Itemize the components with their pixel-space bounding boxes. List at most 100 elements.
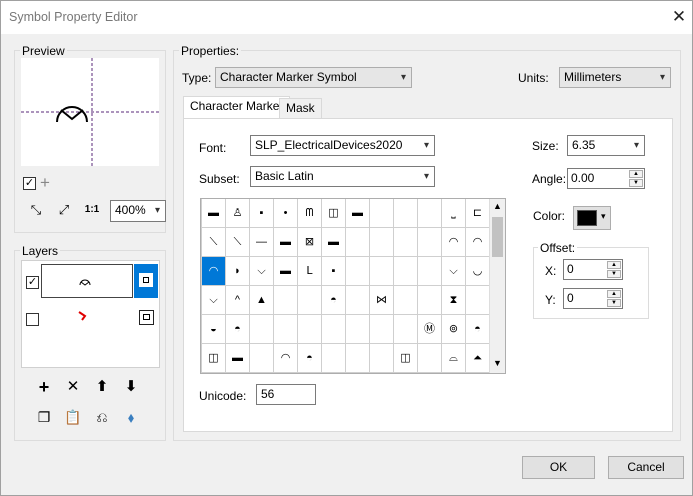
- tag-icon[interactable]: ⬧: [120, 407, 142, 428]
- paste-layer-icon[interactable]: 📋: [62, 407, 84, 428]
- reset-layer-icon[interactable]: ⎌: [91, 407, 113, 428]
- spin-down-icon[interactable]: ▼: [629, 179, 643, 187]
- glyph-cell[interactable]: ⌵: [202, 286, 226, 315]
- scroll-thumb[interactable]: [492, 217, 503, 257]
- tab-character-marker[interactable]: Character Marker: [183, 96, 291, 119]
- glyph-cell[interactable]: ◠: [274, 344, 298, 373]
- remove-layer-icon[interactable]: ✕: [62, 377, 84, 398]
- offset-x-spinner[interactable]: 0 ▲ ▼: [563, 259, 623, 280]
- glyph-cell[interactable]: [370, 344, 394, 373]
- glyph-cell[interactable]: [466, 286, 489, 315]
- glyph-cell[interactable]: ⏶: [466, 344, 489, 373]
- glyph-cell[interactable]: ◓: [226, 315, 250, 344]
- glyph-cell[interactable]: ◫: [394, 344, 418, 373]
- layer-visible-checkbox[interactable]: ✓: [26, 276, 39, 289]
- glyph-cell[interactable]: ◒: [202, 315, 226, 344]
- glyph-cell[interactable]: ⋈: [370, 286, 394, 315]
- glyph-cell[interactable]: ⧗: [442, 286, 466, 315]
- spin-down-icon[interactable]: ▼: [607, 299, 621, 307]
- scroll-down-icon[interactable]: ▼: [493, 358, 502, 368]
- preview-checkbox[interactable]: ✓: [23, 177, 36, 190]
- glyph-cell[interactable]: [346, 257, 370, 286]
- glyph-cell[interactable]: ⌓: [442, 344, 466, 373]
- glyph-cell[interactable]: ◓: [298, 344, 322, 373]
- glyph-cell[interactable]: ⌵: [250, 257, 274, 286]
- zoom-level-select[interactable]: 400% ▾: [110, 200, 166, 222]
- glyph-cell[interactable]: ▪: [322, 257, 346, 286]
- glyph-cell[interactable]: ^: [226, 286, 250, 315]
- glyph-cell[interactable]: ⟍: [202, 228, 226, 257]
- glyph-cell[interactable]: [370, 228, 394, 257]
- glyph-cell[interactable]: [322, 344, 346, 373]
- glyph-cell[interactable]: ᗰ: [298, 199, 322, 228]
- glyph-cell[interactable]: Ⓜ: [418, 315, 442, 344]
- layer-lock-toggle[interactable]: [134, 264, 158, 298]
- move-up-icon[interactable]: ⬆: [91, 377, 113, 398]
- glyph-grid-scrollbar[interactable]: ▲ ▼: [489, 199, 505, 373]
- glyph-cell[interactable]: [274, 315, 298, 344]
- glyph-cell[interactable]: [322, 315, 346, 344]
- unlock-icon[interactable]: [139, 310, 154, 325]
- glyph-cell[interactable]: [274, 286, 298, 315]
- glyph-cell[interactable]: ▬: [274, 228, 298, 257]
- glyph-cell[interactable]: [394, 286, 418, 315]
- layer-row[interactable]: [22, 301, 159, 337]
- move-down-icon[interactable]: ⬇: [120, 377, 142, 398]
- glyph-cell[interactable]: ◫: [202, 344, 226, 373]
- glyph-cell[interactable]: ⌵: [442, 257, 466, 286]
- glyph-cell[interactable]: ⟍: [226, 228, 250, 257]
- glyph-cell[interactable]: [370, 257, 394, 286]
- glyph-cell[interactable]: ▬: [202, 199, 226, 228]
- spin-up-icon[interactable]: ▲: [607, 261, 621, 269]
- glyph-cell[interactable]: ᒪ: [298, 257, 322, 286]
- glyph-cell[interactable]: [418, 228, 442, 257]
- glyph-cell[interactable]: [418, 199, 442, 228]
- color-picker-button[interactable]: ▾: [573, 206, 611, 230]
- glyph-cell[interactable]: •: [274, 199, 298, 228]
- glyph-cell[interactable]: ◓: [322, 286, 346, 315]
- glyph-cell[interactable]: ▬: [274, 257, 298, 286]
- glyph-cell[interactable]: [418, 344, 442, 373]
- close-icon[interactable]: ✕: [665, 4, 693, 30]
- glyph-cell[interactable]: ▬: [226, 344, 250, 373]
- spin-down-icon[interactable]: ▼: [607, 270, 621, 278]
- tab-mask[interactable]: Mask: [279, 98, 322, 119]
- glyph-cell[interactable]: ▪: [250, 199, 274, 228]
- glyph-cell[interactable]: ◠: [442, 228, 466, 257]
- glyph-cell[interactable]: [370, 315, 394, 344]
- glyph-cell[interactable]: ◡: [466, 257, 489, 286]
- layer-row[interactable]: ✓: [22, 261, 159, 299]
- offset-x-spin-buttons[interactable]: ▲ ▼: [607, 261, 621, 278]
- glyph-cell[interactable]: ⎵: [442, 199, 466, 228]
- glyph-cell[interactable]: [346, 344, 370, 373]
- spin-up-icon[interactable]: ▲: [607, 290, 621, 298]
- angle-spin-buttons[interactable]: ▲ ▼: [629, 170, 643, 187]
- units-select[interactable]: Millimeters ▾: [559, 67, 671, 88]
- glyph-cell[interactable]: [418, 286, 442, 315]
- glyph-cell[interactable]: ◫: [322, 199, 346, 228]
- glyph-cell[interactable]: [298, 286, 322, 315]
- spin-up-icon[interactable]: ▲: [629, 170, 643, 178]
- glyph-cell[interactable]: ⊏: [466, 199, 489, 228]
- glyph-cell[interactable]: [346, 228, 370, 257]
- glyph-cell[interactable]: ◗: [226, 257, 250, 286]
- glyph-cell[interactable]: [418, 257, 442, 286]
- glyph-cell[interactable]: [346, 286, 370, 315]
- ok-button[interactable]: OK: [522, 456, 595, 479]
- glyph-cell[interactable]: ♙: [226, 199, 250, 228]
- subset-select[interactable]: Basic Latin ▾: [250, 166, 435, 187]
- glyph-cell[interactable]: ◓: [466, 315, 489, 344]
- glyph-cell[interactable]: ⊠: [298, 228, 322, 257]
- offset-y-spinner[interactable]: 0 ▲ ▼: [563, 288, 623, 309]
- glyph-cell[interactable]: [346, 315, 370, 344]
- add-layer-icon[interactable]: +: [33, 377, 55, 398]
- type-select[interactable]: Character Marker Symbol ▾: [215, 67, 412, 88]
- glyph-cell[interactable]: [370, 199, 394, 228]
- zoom-fit-icon[interactable]: ⤡: [25, 200, 47, 221]
- cancel-button[interactable]: Cancel: [608, 456, 684, 479]
- glyph-cell[interactable]: ▲: [250, 286, 274, 315]
- zoom-extent-icon[interactable]: ⤢: [53, 200, 75, 221]
- angle-spinner[interactable]: 0.00 ▲ ▼: [567, 168, 645, 189]
- layer-visible-checkbox[interactable]: [26, 313, 39, 326]
- crosshair-icon[interactable]: +: [40, 173, 50, 193]
